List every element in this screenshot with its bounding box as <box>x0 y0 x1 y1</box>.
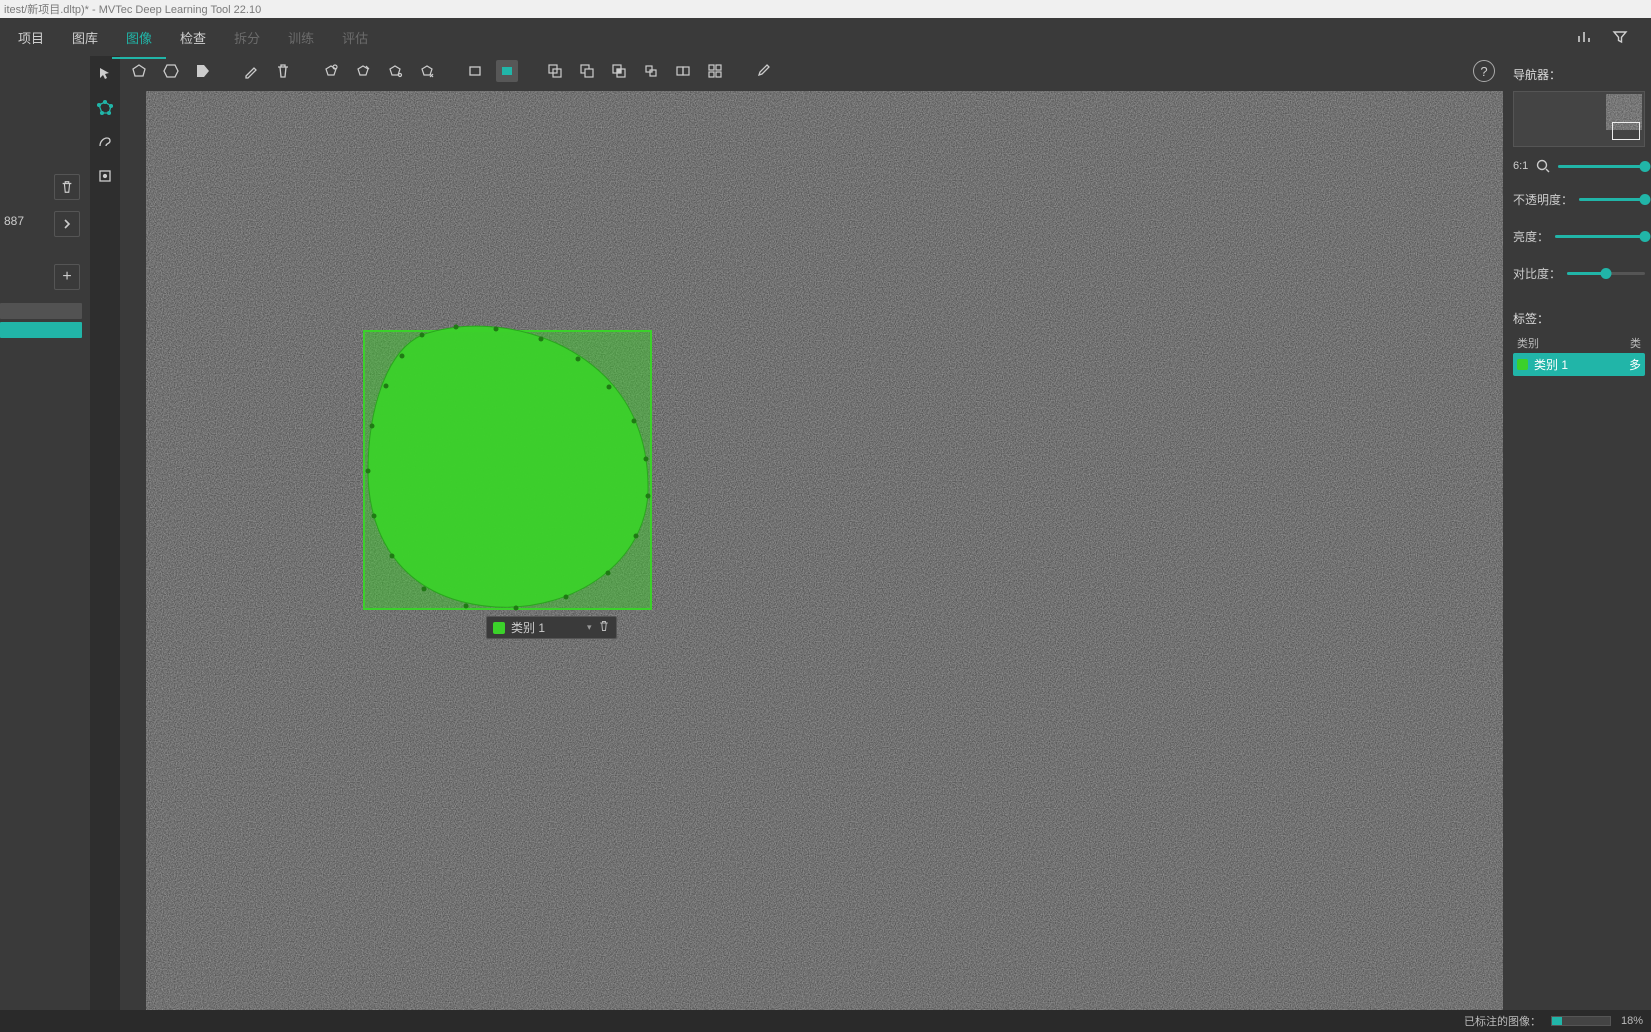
labels-header: 标签： <box>1513 310 1645 327</box>
edit-tool[interactable] <box>240 60 262 82</box>
filter-icon[interactable] <box>1611 28 1629 46</box>
polygon-tool[interactable] <box>95 98 115 118</box>
bool-subtract[interactable] <box>576 60 598 82</box>
annotation-delete-icon[interactable] <box>598 620 610 635</box>
contrast-slider[interactable] <box>1567 272 1645 275</box>
canvas[interactable]: 类别 1 ▾ <box>146 91 1503 1010</box>
smart-shape-4[interactable] <box>416 60 438 82</box>
left-panel: 887 + <box>0 56 90 1010</box>
status-bar: 已标注的图像： 18% <box>0 1010 1651 1032</box>
label-type: 多 <box>1629 356 1641 373</box>
delete-tool[interactable] <box>272 60 294 82</box>
menu-inspect[interactable]: 检查 <box>166 22 220 53</box>
bool-divide[interactable] <box>704 60 726 82</box>
smart-shape-2[interactable] <box>352 60 374 82</box>
annotation-dropdown-icon[interactable]: ▾ <box>587 622 592 633</box>
menu-bar: 项目 图库 图像 检查 拆分 训练 评估 <box>0 18 1651 56</box>
smart-shape-1[interactable] <box>320 60 342 82</box>
annotation-label-chip[interactable]: 类别 1 ▾ <box>486 616 617 639</box>
brightness-slider[interactable] <box>1555 235 1645 238</box>
status-percent: 18% <box>1621 1015 1643 1027</box>
brush-tool[interactable] <box>752 60 774 82</box>
smart-shape-3[interactable] <box>384 60 406 82</box>
bool-exclude[interactable] <box>640 60 662 82</box>
title-text: itest/新项目.dltp)* - MVTec Deep Learning T… <box>4 1 261 17</box>
zoom-slider[interactable] <box>1558 165 1645 168</box>
canvas-wrap: ? <box>120 56 1503 1010</box>
vertical-toolbar <box>90 56 120 1010</box>
pointer-tool[interactable] <box>95 64 115 84</box>
menu-project[interactable]: 项目 <box>4 22 58 53</box>
bool-merge[interactable] <box>672 60 694 82</box>
bool-union[interactable] <box>544 60 566 82</box>
menu-image[interactable]: 图像 <box>112 22 166 53</box>
right-panel: 导航器： 6:1 不透明度： 亮度： 对比度： <box>1503 56 1651 1010</box>
shape-pentagon-tool[interactable] <box>128 60 150 82</box>
next-image-button[interactable] <box>54 211 80 237</box>
navigator-header: 导航器： <box>1513 66 1645 83</box>
rect-filled-tool[interactable] <box>496 60 518 82</box>
annotation-layer[interactable] <box>146 91 1266 931</box>
bool-intersect[interactable] <box>608 60 630 82</box>
magic-tool[interactable] <box>95 166 115 186</box>
contrast-label: 对比度： <box>1513 265 1561 282</box>
zoom-ratio: 6:1 <box>1513 160 1528 172</box>
delete-image-button[interactable] <box>54 174 80 200</box>
navigator-viewport-rect[interactable] <box>1612 122 1640 140</box>
stats-icon[interactable] <box>1575 28 1593 46</box>
menu-split: 拆分 <box>220 22 274 53</box>
shape-hexagon-tool[interactable] <box>160 60 182 82</box>
rect-tool[interactable] <box>464 60 486 82</box>
labels-table-header: 类别类 <box>1513 333 1645 353</box>
horizontal-toolbar: ? <box>120 56 1503 86</box>
menu-gallery[interactable]: 图库 <box>58 22 112 53</box>
annotation-name: 类别 1 <box>511 619 545 636</box>
navigator-preview[interactable] <box>1513 91 1645 147</box>
add-button[interactable]: + <box>54 264 80 290</box>
main-area: 887 + <box>0 56 1651 1010</box>
zoom-icon[interactable] <box>1534 157 1552 175</box>
menu-train: 训练 <box>274 22 328 53</box>
sidebar-bar-1 <box>0 303 82 319</box>
status-progress <box>1551 1016 1611 1026</box>
help-icon[interactable]: ? <box>1473 60 1495 82</box>
image-count: 887 <box>4 214 24 228</box>
status-labeled-images: 已标注的图像： <box>1464 1013 1541 1029</box>
sidebar-bar-2[interactable] <box>0 322 82 338</box>
opacity-slider[interactable] <box>1579 198 1645 201</box>
label-name: 类别 1 <box>1534 356 1568 373</box>
brightness-label: 亮度： <box>1513 228 1549 245</box>
label-row[interactable]: 类别 1 多 <box>1513 353 1645 376</box>
menu-evaluate: 评估 <box>328 22 382 53</box>
annotation-swatch <box>493 622 505 634</box>
opacity-label: 不透明度： <box>1513 191 1573 208</box>
freehand-tool[interactable] <box>95 132 115 152</box>
shape-tag-tool[interactable] <box>192 60 214 82</box>
label-swatch <box>1517 359 1528 370</box>
title-bar: itest/新项目.dltp)* - MVTec Deep Learning T… <box>0 0 1651 18</box>
